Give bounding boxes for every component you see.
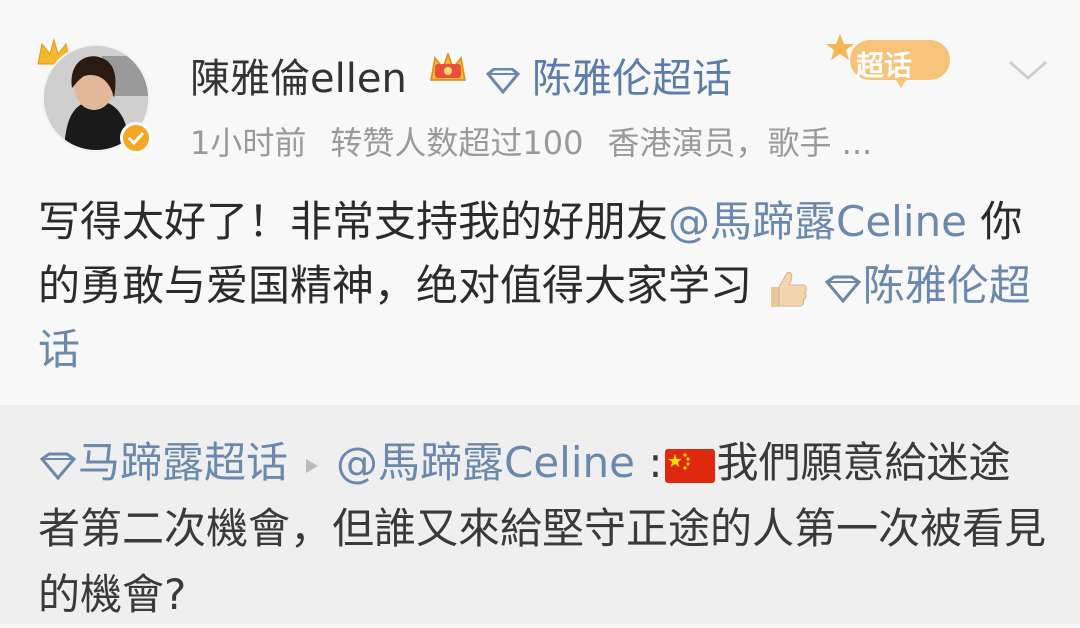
original-post: 陳雅倫ellen 陈雅伦超话 超话 1小时前 转赞人数超过100 香港演员，歌手 .… xyxy=(0,0,1080,405)
super-topic-badge[interactable]: 超话 xyxy=(826,30,956,92)
verified-icon xyxy=(120,122,152,154)
repost-count: 转赞人数超过100 xyxy=(330,124,584,162)
repost-mention-link[interactable]: @馬蹄露Celine xyxy=(336,438,635,487)
china-flag-icon xyxy=(664,448,715,483)
vip-crown-icon xyxy=(430,51,466,81)
author-bio: 香港演员，歌手 ... xyxy=(607,124,873,162)
diamond-icon xyxy=(39,452,77,480)
avatar-group[interactable] xyxy=(36,38,152,158)
repost-colon: : xyxy=(634,438,663,487)
play-arrow-icon xyxy=(306,458,319,473)
diamond-icon xyxy=(824,275,861,303)
repost-topic-label: 马蹄露超话 xyxy=(78,438,289,487)
thumbs-up-icon xyxy=(771,271,808,307)
author-name[interactable]: 陳雅倫ellen xyxy=(190,46,407,104)
mention-link[interactable]: @馬蹄露Celine xyxy=(668,197,967,246)
post-time: 1小时前 xyxy=(190,124,307,162)
chevron-down-icon[interactable] xyxy=(1006,58,1050,84)
repost-topic-link[interactable]: 马蹄露超话 xyxy=(38,438,288,487)
post-text-1: 写得太好了！非常支持我的好朋友 xyxy=(38,197,669,246)
post-meta: 1小时前 转赞人数超过100 香港演员，歌手 ... xyxy=(190,118,896,164)
topic-head-label: 陈雅伦超话 xyxy=(532,56,732,102)
post-body: 写得太好了！非常支持我的好朋友@馬蹄露Celine 你的勇敢与爱国精神，绝对值得… xyxy=(38,190,1048,382)
repost-body: 马蹄露超话 @馬蹄露Celine : 我們願意給迷途者第二次機會，但誰又來給堅守正… xyxy=(38,430,1048,628)
badge-label: 超话 xyxy=(856,49,913,82)
topic-link-header[interactable]: 陈雅伦超话 xyxy=(484,46,732,104)
diamond-icon xyxy=(485,68,521,94)
